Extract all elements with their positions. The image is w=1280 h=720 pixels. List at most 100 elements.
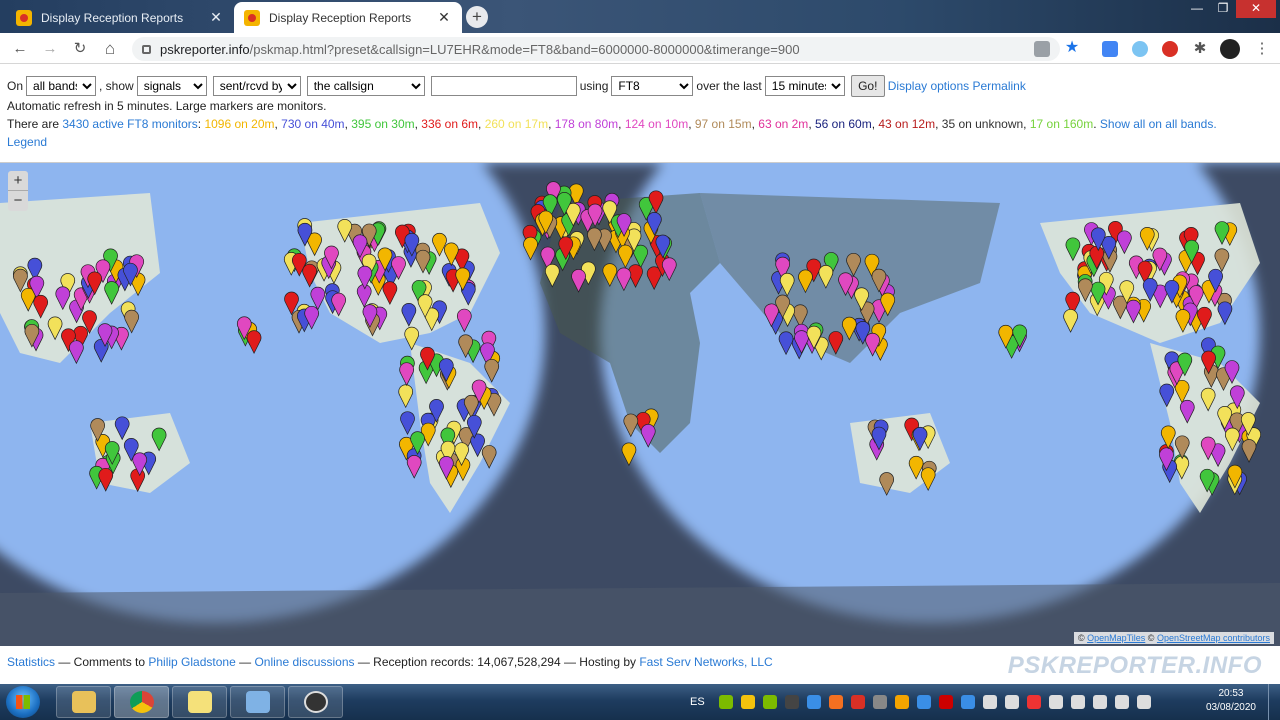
windows-logo-icon xyxy=(16,695,30,709)
browser-tab-1[interactable]: Display Reception Reports ✕ xyxy=(6,2,234,33)
page-footer: Statistics — Comments to Philip Gladston… xyxy=(7,655,773,669)
tray-icon[interactable] xyxy=(806,695,821,709)
show-select[interactable]: signals xyxy=(136,76,207,96)
profile-avatar[interactable] xyxy=(1220,39,1240,59)
tray-icon[interactable] xyxy=(740,695,755,709)
tab-close-icon[interactable]: ✕ xyxy=(208,9,224,26)
volume-icon[interactable] xyxy=(1092,695,1107,709)
network-icon[interactable] xyxy=(1070,695,1085,709)
mode-select[interactable]: FT8 xyxy=(611,76,694,96)
windows-taskbar: ES 20:53 03/08/2020 xyxy=(0,684,1280,720)
direction-select[interactable]: sent/rcvd by xyxy=(212,76,301,96)
using-label: using xyxy=(579,79,609,93)
system-clock[interactable]: 20:53 03/08/2020 xyxy=(1206,687,1256,715)
folder-icon xyxy=(71,691,96,713)
clock-time: 20:53 xyxy=(1218,688,1244,699)
menu-kebab-icon[interactable]: ⋮ xyxy=(1254,41,1270,57)
on-label: On xyxy=(7,79,24,93)
reception-map[interactable]: + − © OpenMapTiles © OpenStreetMap contr… xyxy=(0,162,1280,646)
band-count: 17 on 160m xyxy=(1029,117,1094,131)
band-count: 43 on 12m xyxy=(878,117,936,131)
tray-icon[interactable] xyxy=(982,695,997,709)
legend-link[interactable]: Legend xyxy=(7,135,47,149)
band-counts: 1096 on 20m, 730 on 40m, 395 on 30m, 336… xyxy=(204,117,1100,131)
tab-close-icon[interactable]: ✕ xyxy=(436,9,452,26)
show-all-bands-link[interactable]: Show all on all bands. xyxy=(1100,117,1217,131)
extensions-puzzle-icon[interactable]: ✱ xyxy=(1192,41,1208,57)
pskreporter-favicon-icon xyxy=(244,9,260,26)
bookmark-star-icon[interactable]: ★ xyxy=(1064,40,1080,57)
hosting-link[interactable]: Fast Serv Networks, LLC xyxy=(639,655,772,669)
tray-icon[interactable] xyxy=(960,695,975,709)
author-link[interactable]: Philip Gladstone xyxy=(148,655,235,669)
google-translate-extension-icon[interactable] xyxy=(1102,41,1118,57)
tab-title: Display Reception Reports xyxy=(269,10,412,25)
tray-icon[interactable] xyxy=(1004,695,1019,709)
mega-extension-icon[interactable] xyxy=(1162,41,1178,57)
tray-icon[interactable] xyxy=(1048,695,1063,709)
system-tray: ES xyxy=(690,684,1159,720)
language-indicator[interactable]: ES xyxy=(690,696,705,708)
taskbar-app[interactable] xyxy=(230,686,285,718)
tray-icon[interactable] xyxy=(938,695,953,709)
taskbar-obs[interactable] xyxy=(288,686,343,718)
close-window-button[interactable]: ✕ xyxy=(1236,0,1276,18)
band-count: 395 on 30m xyxy=(351,117,415,131)
taskbar-chrome[interactable] xyxy=(114,686,169,718)
band-select[interactable]: all bands xyxy=(26,76,97,96)
tray-icon[interactable] xyxy=(828,695,843,709)
openstreetmap-link[interactable]: OpenStreetMap contributors xyxy=(1157,633,1270,643)
tray-icon[interactable] xyxy=(762,695,777,709)
back-icon[interactable]: ← xyxy=(10,39,30,59)
home-icon[interactable]: ⌂ xyxy=(100,39,120,59)
zoom-out-button[interactable]: − xyxy=(8,191,28,211)
world-map-svg xyxy=(0,163,1280,646)
battery-icon[interactable] xyxy=(1114,695,1129,709)
url-path: /pskmap.html?preset&callsign=LU7EHR&mode… xyxy=(249,41,800,57)
target-select[interactable]: the callsign xyxy=(306,76,425,96)
display-options-link[interactable]: Display options xyxy=(888,79,969,93)
band-count: 56 on 60m xyxy=(814,117,872,131)
new-tab-button[interactable]: + xyxy=(466,6,488,28)
taskbar-explorer[interactable] xyxy=(56,686,111,718)
taskbar-notes[interactable] xyxy=(172,686,227,718)
cloud-extension-icon[interactable] xyxy=(1132,41,1148,57)
active-monitors-link[interactable]: 3430 active FT8 monitors xyxy=(62,117,197,131)
start-button[interactable] xyxy=(6,686,40,718)
address-bar[interactable]: pskreporter.info/pskmap.html?preset&call… xyxy=(132,37,1060,61)
browser-tab-strip: Display Reception Reports ✕ Display Rece… xyxy=(0,0,1280,33)
clock-date: 03/08/2020 xyxy=(1205,702,1256,713)
map-attribution: © OpenMapTiles © OpenStreetMap contribut… xyxy=(1073,632,1274,644)
tray-icon[interactable] xyxy=(872,695,887,709)
zoom-control: + − xyxy=(8,171,28,211)
browser-tab-2-active[interactable]: Display Reception Reports ✕ xyxy=(234,2,462,33)
tray-icon[interactable] xyxy=(894,695,909,709)
band-count: 730 on 40m xyxy=(281,117,345,131)
tray-icon[interactable] xyxy=(718,695,733,709)
maximize-button[interactable]: ❐ xyxy=(1208,0,1238,18)
tray-icon[interactable] xyxy=(916,695,931,709)
zoom-in-button[interactable]: + xyxy=(8,171,28,191)
go-button[interactable]: Go! xyxy=(850,75,885,97)
lock-icon xyxy=(142,44,151,54)
online-discussions-link[interactable]: Online discussions xyxy=(254,655,354,669)
callsign-input[interactable] xyxy=(430,76,577,96)
permalink-link[interactable]: Permalink xyxy=(972,79,1025,93)
openmaptiles-link[interactable]: OpenMapTiles xyxy=(1087,633,1145,643)
tray-icon[interactable] xyxy=(784,695,799,709)
translate-icon[interactable] xyxy=(1034,41,1050,57)
tab-title: Display Reception Reports xyxy=(41,10,184,25)
tray-icon[interactable] xyxy=(850,695,865,709)
tray-icon[interactable] xyxy=(1026,695,1041,709)
browser-toolbar: ← → ↻ ⌂ pskreporter.info/pskmap.html?pre… xyxy=(0,33,1280,64)
statistics-link[interactable]: Statistics xyxy=(7,655,55,669)
time-range-select[interactable]: 15 minutes xyxy=(764,76,845,96)
reload-icon[interactable]: ↻ xyxy=(70,39,90,59)
action-center-icon[interactable] xyxy=(1136,695,1151,709)
over-label: over the last xyxy=(696,79,762,93)
monitors-prefix: There are xyxy=(7,117,63,131)
show-desktop-button[interactable] xyxy=(1268,684,1280,720)
sticky-notes-icon xyxy=(187,691,212,713)
forward-icon[interactable]: → xyxy=(40,39,60,59)
band-count: 336 on 6m xyxy=(421,117,479,131)
